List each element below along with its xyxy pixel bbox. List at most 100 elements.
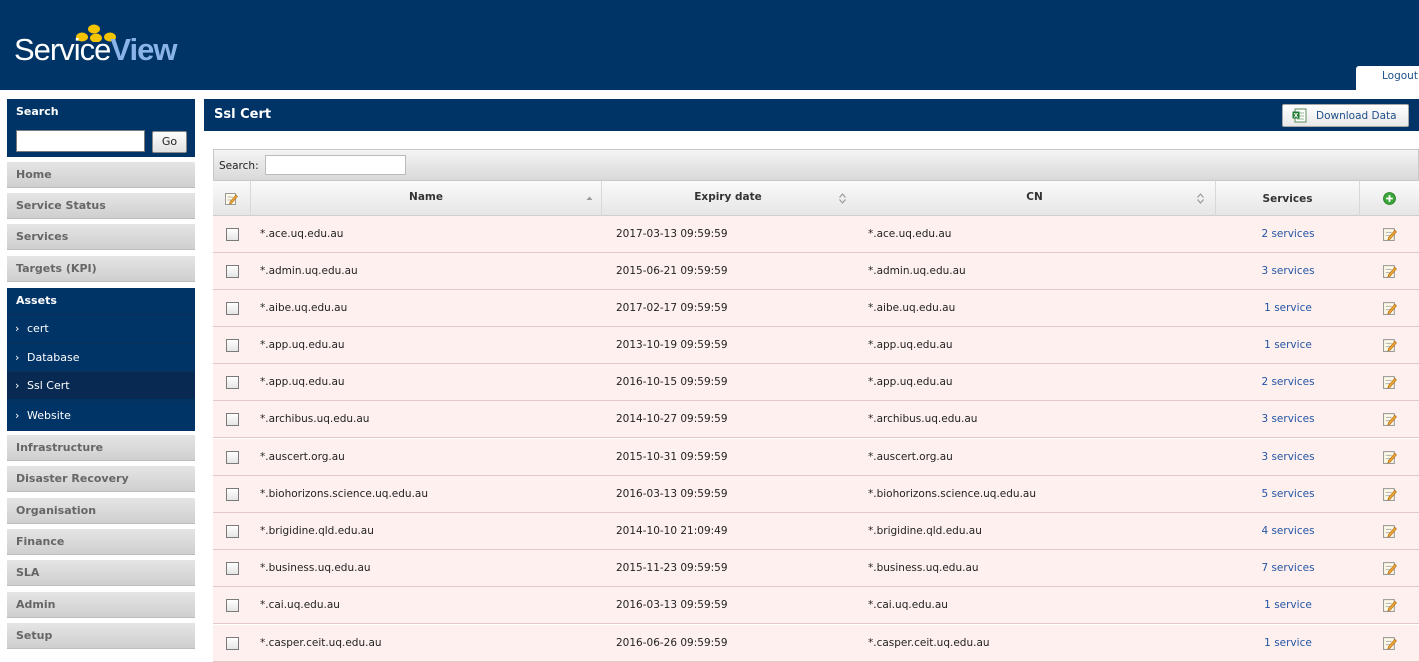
sort-both-icon — [1197, 193, 1204, 204]
table-row[interactable]: *.business.uq.edu.au 2015-11-23 09:59:59 *… — [213, 550, 1419, 587]
table-row[interactable]: *.casper.ceit.uq.edu.au 2016-06-26 09:59:… — [213, 625, 1419, 662]
select-all-header[interactable] — [213, 181, 251, 216]
chevron-right-icon: › — [15, 409, 20, 422]
column-header-expiry[interactable]: Expiry date — [602, 181, 854, 216]
sidebar-item-finance[interactable]: Finance — [7, 529, 195, 555]
table-search-input[interactable] — [265, 155, 406, 175]
download-data-button[interactable]: X Download Data — [1282, 104, 1409, 127]
table-row[interactable]: *.archibus.uq.edu.au 2014-10-27 09:59:59 *… — [213, 401, 1419, 438]
edit-icon[interactable] — [1383, 264, 1397, 278]
cell-expiry-date: 2017-02-17 09:59:59 — [616, 302, 728, 314]
cell-services-link[interactable]: 3 services — [1216, 451, 1360, 463]
sidebar-search-input[interactable] — [16, 130, 145, 152]
sidebar-item-targets[interactable]: Targets (KPI) — [7, 256, 195, 282]
cell-name: *.archibus.uq.edu.au — [260, 413, 370, 425]
edit-icon[interactable] — [1383, 450, 1397, 464]
row-checkbox[interactable] — [226, 339, 239, 352]
main-title-bar: Ssl Cert X Download Data — [204, 99, 1419, 131]
cell-services-link[interactable]: 1 service — [1216, 302, 1360, 314]
sidebar-subitem-website[interactable]: › Website — [7, 401, 195, 429]
table-row[interactable]: *.biohorizons.science.uq.edu.au 2016-03-1… — [213, 476, 1419, 513]
row-checkbox[interactable] — [226, 451, 239, 464]
cell-services-link[interactable]: 4 services — [1216, 525, 1360, 537]
table-row[interactable]: *.aibe.uq.edu.au 2017-02-17 09:59:59 *.aib… — [213, 290, 1419, 327]
sidebar-item-sla[interactable]: SLA — [7, 560, 195, 586]
table-row[interactable]: *.admin.uq.edu.au 2015-06-21 09:59:59 *.ad… — [213, 253, 1419, 290]
logo-text: ServiceView — [14, 32, 177, 67]
cell-cn: *.app.uq.edu.au — [868, 376, 953, 388]
column-header-cn[interactable]: CN — [854, 181, 1216, 216]
edit-icon[interactable] — [1383, 561, 1397, 575]
row-checkbox[interactable] — [226, 265, 239, 278]
column-header-name[interactable]: Name — [251, 181, 602, 216]
sidebar: Search Go Home Service Status Services T… — [7, 99, 195, 649]
sidebar-item-organisation[interactable]: Organisation — [7, 498, 195, 524]
row-checkbox[interactable] — [226, 562, 239, 575]
row-checkbox[interactable] — [226, 302, 239, 315]
sidebar-item-home[interactable]: Home — [7, 162, 195, 188]
edit-icon[interactable] — [1383, 487, 1397, 501]
cell-expiry-date: 2014-10-10 21:09:49 — [616, 525, 728, 537]
cell-services-link[interactable]: 2 services — [1216, 228, 1360, 240]
sidebar-subitem-cert[interactable]: › cert — [7, 314, 195, 342]
table-search-label: Search: — [219, 160, 259, 172]
cell-expiry-date: 2016-03-13 09:59:59 — [616, 599, 728, 611]
sidebar-item-assets[interactable]: Assets — [16, 294, 57, 307]
cell-services-link[interactable]: 1 service — [1216, 637, 1360, 649]
go-button[interactable]: Go — [152, 131, 187, 153]
cell-services-link[interactable]: 3 services — [1216, 413, 1360, 425]
row-checkbox[interactable] — [226, 413, 239, 426]
cell-services-link[interactable]: 3 services — [1216, 265, 1360, 277]
row-checkbox[interactable] — [226, 228, 239, 241]
table-row[interactable]: *.cai.uq.edu.au 2016-03-13 09:59:59 *.cai.… — [213, 587, 1419, 624]
cell-services-link[interactable]: 7 services — [1216, 562, 1360, 574]
cell-name: *.aibe.uq.edu.au — [260, 302, 348, 314]
add-icon[interactable] — [1383, 192, 1396, 205]
cell-services-link[interactable]: 1 service — [1216, 599, 1360, 611]
cell-services-link[interactable]: 1 service — [1216, 339, 1360, 351]
sidebar-subitem-ssl-cert[interactable]: › Ssl Cert — [7, 371, 195, 399]
edit-icon[interactable] — [1383, 412, 1397, 426]
cell-services-link[interactable]: 5 services — [1216, 488, 1360, 500]
edit-icon[interactable] — [1383, 636, 1397, 650]
svg-text:X: X — [1294, 113, 1299, 120]
add-header[interactable] — [1360, 181, 1419, 216]
cell-cn: *.aibe.uq.edu.au — [868, 302, 956, 314]
cell-cn: *.auscert.org.au — [868, 451, 953, 463]
cell-expiry-date: 2016-10-15 09:59:59 — [616, 376, 728, 388]
row-checkbox[interactable] — [226, 525, 239, 538]
sort-asc-icon — [586, 196, 593, 200]
row-checkbox[interactable] — [226, 376, 239, 389]
serviceview-logo[interactable]: ServiceView — [14, 24, 194, 72]
row-checkbox[interactable] — [226, 488, 239, 501]
sidebar-item-service-status[interactable]: Service Status — [7, 193, 195, 219]
sidebar-item-disaster-recovery[interactable]: Disaster Recovery — [7, 466, 195, 492]
edit-icon[interactable] — [1383, 598, 1397, 612]
table-row[interactable]: *.ace.uq.edu.au 2017-03-13 09:59:59 *.ace.… — [213, 216, 1419, 253]
edit-icon[interactable] — [1383, 227, 1397, 241]
table-row[interactable]: *.auscert.org.au 2015-10-31 09:59:59 *.aus… — [213, 439, 1419, 476]
row-checkbox[interactable] — [226, 637, 239, 650]
row-checkbox[interactable] — [226, 599, 239, 612]
sidebar-item-services[interactable]: Services — [7, 224, 195, 250]
logout-link[interactable]: Logout — [1382, 70, 1418, 82]
table-row[interactable]: *.app.uq.edu.au 2013-10-19 09:59:59 *.app.… — [213, 327, 1419, 364]
sidebar-item-infrastructure[interactable]: Infrastructure — [7, 435, 195, 461]
table-row[interactable]: *.app.uq.edu.au 2016-10-15 09:59:59 *.app.… — [213, 364, 1419, 401]
edit-icon[interactable] — [1383, 524, 1397, 538]
table-row[interactable]: *.brigidine.qld.edu.au 2014-10-10 21:09:4… — [213, 513, 1419, 550]
sidebar-item-setup[interactable]: Setup — [7, 623, 195, 649]
sidebar-subitem-database[interactable]: › Database — [7, 343, 195, 371]
edit-icon[interactable] — [1383, 375, 1397, 389]
download-data-label: Download Data — [1316, 110, 1397, 122]
edit-icon[interactable] — [1383, 301, 1397, 315]
sidebar-item-admin[interactable]: Admin — [7, 592, 195, 618]
cell-name: *.admin.uq.edu.au — [260, 265, 358, 277]
cell-services-link[interactable]: 2 services — [1216, 376, 1360, 388]
edit-icon[interactable] — [1383, 338, 1397, 352]
cell-cn: *.business.uq.edu.au — [868, 562, 979, 574]
logout-tab[interactable]: Logout — [1356, 66, 1419, 90]
cell-expiry-date: 2015-11-23 09:59:59 — [616, 562, 728, 574]
cell-expiry-date: 2016-06-26 09:59:59 — [616, 637, 728, 649]
table-filter-bar: Search: — [213, 149, 1419, 181]
